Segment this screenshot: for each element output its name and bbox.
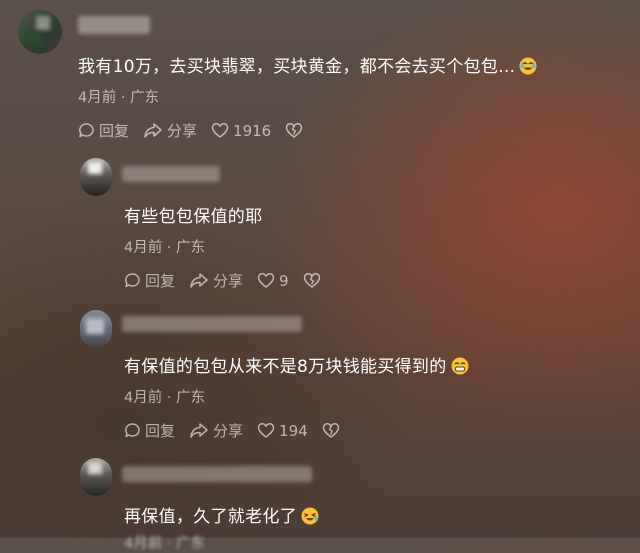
avatar[interactable]: [80, 310, 112, 348]
dislike-button[interactable]: [303, 272, 325, 289]
share-button[interactable]: 分享: [189, 420, 243, 441]
dislike-button[interactable]: [322, 422, 344, 439]
comment-text-content: 有保值的包包从来不是8万块钱能买得到的: [124, 357, 447, 377]
comment-meta: 4月前 · 广东: [124, 240, 206, 256]
comment-meta: 4月前 · 广东: [78, 90, 160, 106]
share-button[interactable]: 分享: [143, 120, 197, 141]
like-button[interactable]: 9: [257, 272, 289, 290]
comment-text-content: 再保值，久了就老化了: [124, 507, 297, 527]
share-icon: [190, 423, 208, 438]
like-count: 9: [279, 271, 289, 290]
comment-actions: 回复 分享 9: [124, 270, 339, 291]
like-button[interactable]: 1916: [211, 122, 271, 140]
like-button[interactable]: 194: [257, 422, 308, 440]
rolling-laughing-face-icon: [301, 507, 319, 530]
comment-text: 有保值的包包从来不是8万块钱能买得到的: [124, 352, 469, 380]
avatar[interactable]: [18, 10, 62, 54]
dislike-button[interactable]: [285, 122, 307, 139]
broken-heart-icon: [322, 423, 339, 438]
share-label: 分享: [213, 422, 244, 440]
reply-button[interactable]: 回复: [124, 270, 175, 291]
reply-icon: [79, 123, 94, 138]
comment-text: 再保值，久了就老化了: [124, 502, 319, 530]
reply-label: 回复: [145, 422, 176, 440]
reply-button[interactable]: 回复: [124, 420, 175, 441]
share-button[interactable]: 分享: [189, 270, 243, 291]
comment-text-content: 有些包包保值的耶: [124, 207, 263, 227]
reply-label: 回复: [99, 122, 130, 140]
username-blurred[interactable]: [78, 16, 150, 34]
username-blurred[interactable]: [122, 166, 220, 182]
avatar[interactable]: [80, 458, 112, 496]
like-count: 1916: [233, 121, 272, 140]
share-icon: [190, 273, 208, 288]
heart-icon: [211, 123, 229, 138]
comment-text: 有些包包保值的耶: [124, 202, 262, 227]
comment-text-content: 我有10万，去买块翡翠，买块黄金，都不会去买个包包…: [78, 57, 516, 77]
broken-heart-icon: [303, 273, 320, 288]
reply-icon: [125, 423, 140, 438]
reply-label: 回复: [145, 272, 176, 290]
comment-actions: 回复 分享 194: [124, 420, 358, 441]
share-label: 分享: [167, 122, 198, 140]
share-icon: [144, 123, 162, 138]
comment-meta: 4月前 · 广东: [124, 390, 206, 406]
reply-button[interactable]: 回复: [78, 120, 129, 141]
grinning-face-icon: [451, 357, 469, 380]
crying-laughing-face-icon: [519, 57, 537, 80]
heart-icon: [257, 273, 275, 288]
reply-icon: [125, 273, 140, 288]
comment-actions: 回复 分享 1916: [78, 120, 321, 141]
username-blurred[interactable]: [122, 316, 302, 332]
username-blurred[interactable]: [122, 466, 312, 482]
comment-text: 我有10万，去买块翡翠，买块黄金，都不会去买个包包…: [78, 52, 537, 80]
share-label: 分享: [213, 272, 244, 290]
broken-heart-icon: [285, 123, 303, 138]
avatar[interactable]: [80, 158, 112, 196]
comment-meta: 4月前 · 广东: [124, 536, 206, 552]
heart-icon: [257, 423, 275, 438]
like-count: 194: [279, 421, 308, 440]
